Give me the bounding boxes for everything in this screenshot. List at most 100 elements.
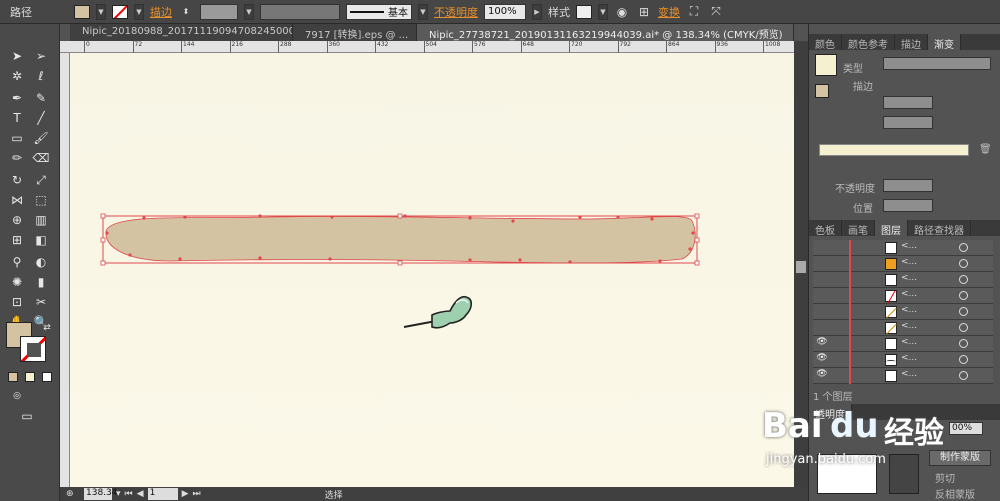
- width-tool-icon[interactable]: ⋈: [8, 192, 26, 208]
- mesh-tool-icon[interactable]: ⊞: [8, 232, 26, 248]
- gradient-opacity-field[interactable]: [883, 179, 933, 192]
- gradient-aspect-field[interactable]: [883, 116, 933, 129]
- stroke-style-arrow[interactable]: ▼: [418, 3, 428, 20]
- graphic-style-arrow[interactable]: ▼: [598, 3, 608, 20]
- fill-swatch[interactable]: [74, 4, 90, 19]
- graphic-style-swatch[interactable]: [576, 4, 592, 19]
- opacity-arrow[interactable]: ▶: [532, 3, 542, 20]
- free-transform-icon[interactable]: ⬚: [32, 192, 50, 208]
- line-tool-icon[interactable]: ╱: [32, 110, 50, 126]
- paintbrush-icon[interactable]: 🖌: [32, 130, 50, 146]
- target-circle-icon[interactable]: [959, 259, 968, 268]
- layer-row[interactable]: <...: [813, 272, 993, 288]
- stroke-swatch[interactable]: [112, 4, 128, 19]
- shape-builder-icon[interactable]: ⊕: [8, 212, 26, 228]
- visibility-eye-icon[interactable]: 👁: [815, 353, 829, 367]
- visibility-eye-icon[interactable]: [815, 289, 829, 303]
- tab-document-1[interactable]: Nipic_20180988_20171119094708245000.ai*: [70, 24, 293, 41]
- slice-tool-icon[interactable]: ✂: [32, 294, 50, 310]
- chart-tool-icon[interactable]: ▥: [32, 212, 50, 228]
- stroke-weight-arrow[interactable]: ▼: [244, 3, 254, 20]
- layer-row[interactable]: 👁 <...: [813, 368, 993, 384]
- zoom-field[interactable]: 138.34: [84, 488, 118, 500]
- gradient-angle-field[interactable]: [883, 96, 933, 109]
- screen-mode-icon[interactable]: ▭: [18, 408, 36, 424]
- visibility-eye-icon[interactable]: 👁: [815, 337, 829, 351]
- draw-mode-icon[interactable]: ◎: [8, 388, 26, 404]
- gradient-position-field[interactable]: [883, 199, 933, 212]
- layer-row[interactable]: <...: [813, 256, 993, 272]
- symbol-sprayer-icon[interactable]: ✺: [8, 274, 26, 290]
- layer-row[interactable]: <...: [813, 320, 993, 336]
- lasso-icon[interactable]: ℓ: [32, 68, 50, 84]
- visibility-eye-icon[interactable]: [815, 321, 829, 335]
- artboard-canvas[interactable]: [70, 53, 835, 487]
- gradient-tool-icon[interactable]: ◧: [32, 232, 50, 248]
- rotate-tool-icon[interactable]: ↻: [8, 172, 26, 188]
- stroke-style-dropdown[interactable]: 基本: [346, 3, 412, 20]
- tab-gradient[interactable]: 渐变: [928, 34, 961, 51]
- target-circle-icon[interactable]: [959, 243, 968, 252]
- target-circle-icon[interactable]: [959, 339, 968, 348]
- layer-row[interactable]: <...: [813, 288, 993, 304]
- type-tool-icon[interactable]: T: [8, 110, 26, 126]
- stroke-color-box[interactable]: [20, 336, 46, 362]
- rectangle-tool-icon[interactable]: ▭: [8, 130, 26, 146]
- artboard-number-field[interactable]: 1: [147, 488, 178, 500]
- visibility-eye-icon[interactable]: [815, 305, 829, 319]
- stroke-weight-field[interactable]: [200, 3, 238, 20]
- tab-color-guide[interactable]: 颜色参考: [842, 34, 895, 51]
- target-circle-icon[interactable]: [959, 355, 968, 364]
- zoom-arrow-icon[interactable]: ▾: [116, 489, 121, 499]
- tab-document-3[interactable]: Nipic_27738721_20190131163219944039.ai* …: [417, 24, 794, 41]
- blend-tool-icon[interactable]: ◐: [32, 254, 50, 270]
- stroke-weight-stepper[interactable]: ⬍: [178, 4, 194, 20]
- none-mode-box[interactable]: [42, 372, 52, 382]
- trash-icon[interactable]: 🗑: [979, 144, 992, 155]
- tab-pathfinder[interactable]: 路径查找器: [908, 220, 971, 237]
- next-artboard-icon[interactable]: ▶: [182, 489, 189, 499]
- align-icon[interactable]: ⊞: [636, 4, 652, 20]
- first-artboard-icon[interactable]: ⏮: [125, 489, 133, 499]
- pencil-tool-icon[interactable]: ✏: [8, 150, 26, 166]
- recolor-icon[interactable]: ◉: [614, 4, 630, 20]
- tab-swatches[interactable]: 色板: [809, 220, 842, 237]
- target-circle-icon[interactable]: [959, 323, 968, 332]
- layer-row[interactable]: 👁 <...: [813, 352, 993, 368]
- gradient-fill-box[interactable]: [815, 84, 829, 98]
- target-circle-icon[interactable]: [959, 275, 968, 284]
- gradient-mode-box[interactable]: [25, 372, 35, 382]
- layer-row[interactable]: 👁 <...: [813, 336, 993, 352]
- tab-brushes[interactable]: 画笔: [842, 220, 875, 237]
- invert-mask-checkbox-label[interactable]: 反相蒙版: [935, 486, 975, 501]
- isolate-icon[interactable]: ⛶: [686, 4, 702, 20]
- layer-row[interactable]: <...: [813, 240, 993, 256]
- visibility-eye-icon[interactable]: 👁: [815, 369, 829, 383]
- target-circle-icon[interactable]: [959, 291, 968, 300]
- curvature-tool-icon[interactable]: ✎: [32, 90, 50, 106]
- color-mode-box[interactable]: [8, 372, 18, 382]
- scrollbar-thumb[interactable]: [796, 261, 806, 273]
- target-circle-icon[interactable]: [959, 307, 968, 316]
- visibility-eye-icon[interactable]: [815, 241, 829, 255]
- tab-stroke[interactable]: 描边: [895, 34, 928, 51]
- gradient-preview-swatch[interactable]: [815, 54, 837, 76]
- swap-colors-icon[interactable]: ⇄: [38, 320, 56, 336]
- tab-layers[interactable]: 图层: [875, 220, 908, 237]
- layer-row[interactable]: <...: [813, 304, 993, 320]
- transform-label[interactable]: 变换: [658, 4, 680, 20]
- opacity-label[interactable]: 不透明度: [434, 4, 478, 20]
- target-circle-icon[interactable]: [959, 371, 968, 380]
- selection-tool-icon[interactable]: ➤: [8, 48, 26, 64]
- beige-brush-stroke[interactable]: [105, 216, 696, 264]
- gradient-slider-bar[interactable]: [819, 144, 969, 156]
- variable-width-profile[interactable]: [260, 3, 340, 20]
- artboard-tool-icon[interactable]: ⊡: [8, 294, 26, 310]
- stroke-dropdown-arrow[interactable]: ▼: [134, 3, 144, 20]
- visibility-eye-icon[interactable]: [815, 257, 829, 271]
- prev-artboard-icon[interactable]: ◀: [137, 489, 144, 499]
- last-artboard-icon[interactable]: ⏭: [192, 489, 200, 499]
- column-graph-icon[interactable]: ▮: [32, 274, 50, 290]
- tab-color[interactable]: 颜色: [809, 34, 842, 51]
- stroke-label[interactable]: 描边: [150, 4, 172, 20]
